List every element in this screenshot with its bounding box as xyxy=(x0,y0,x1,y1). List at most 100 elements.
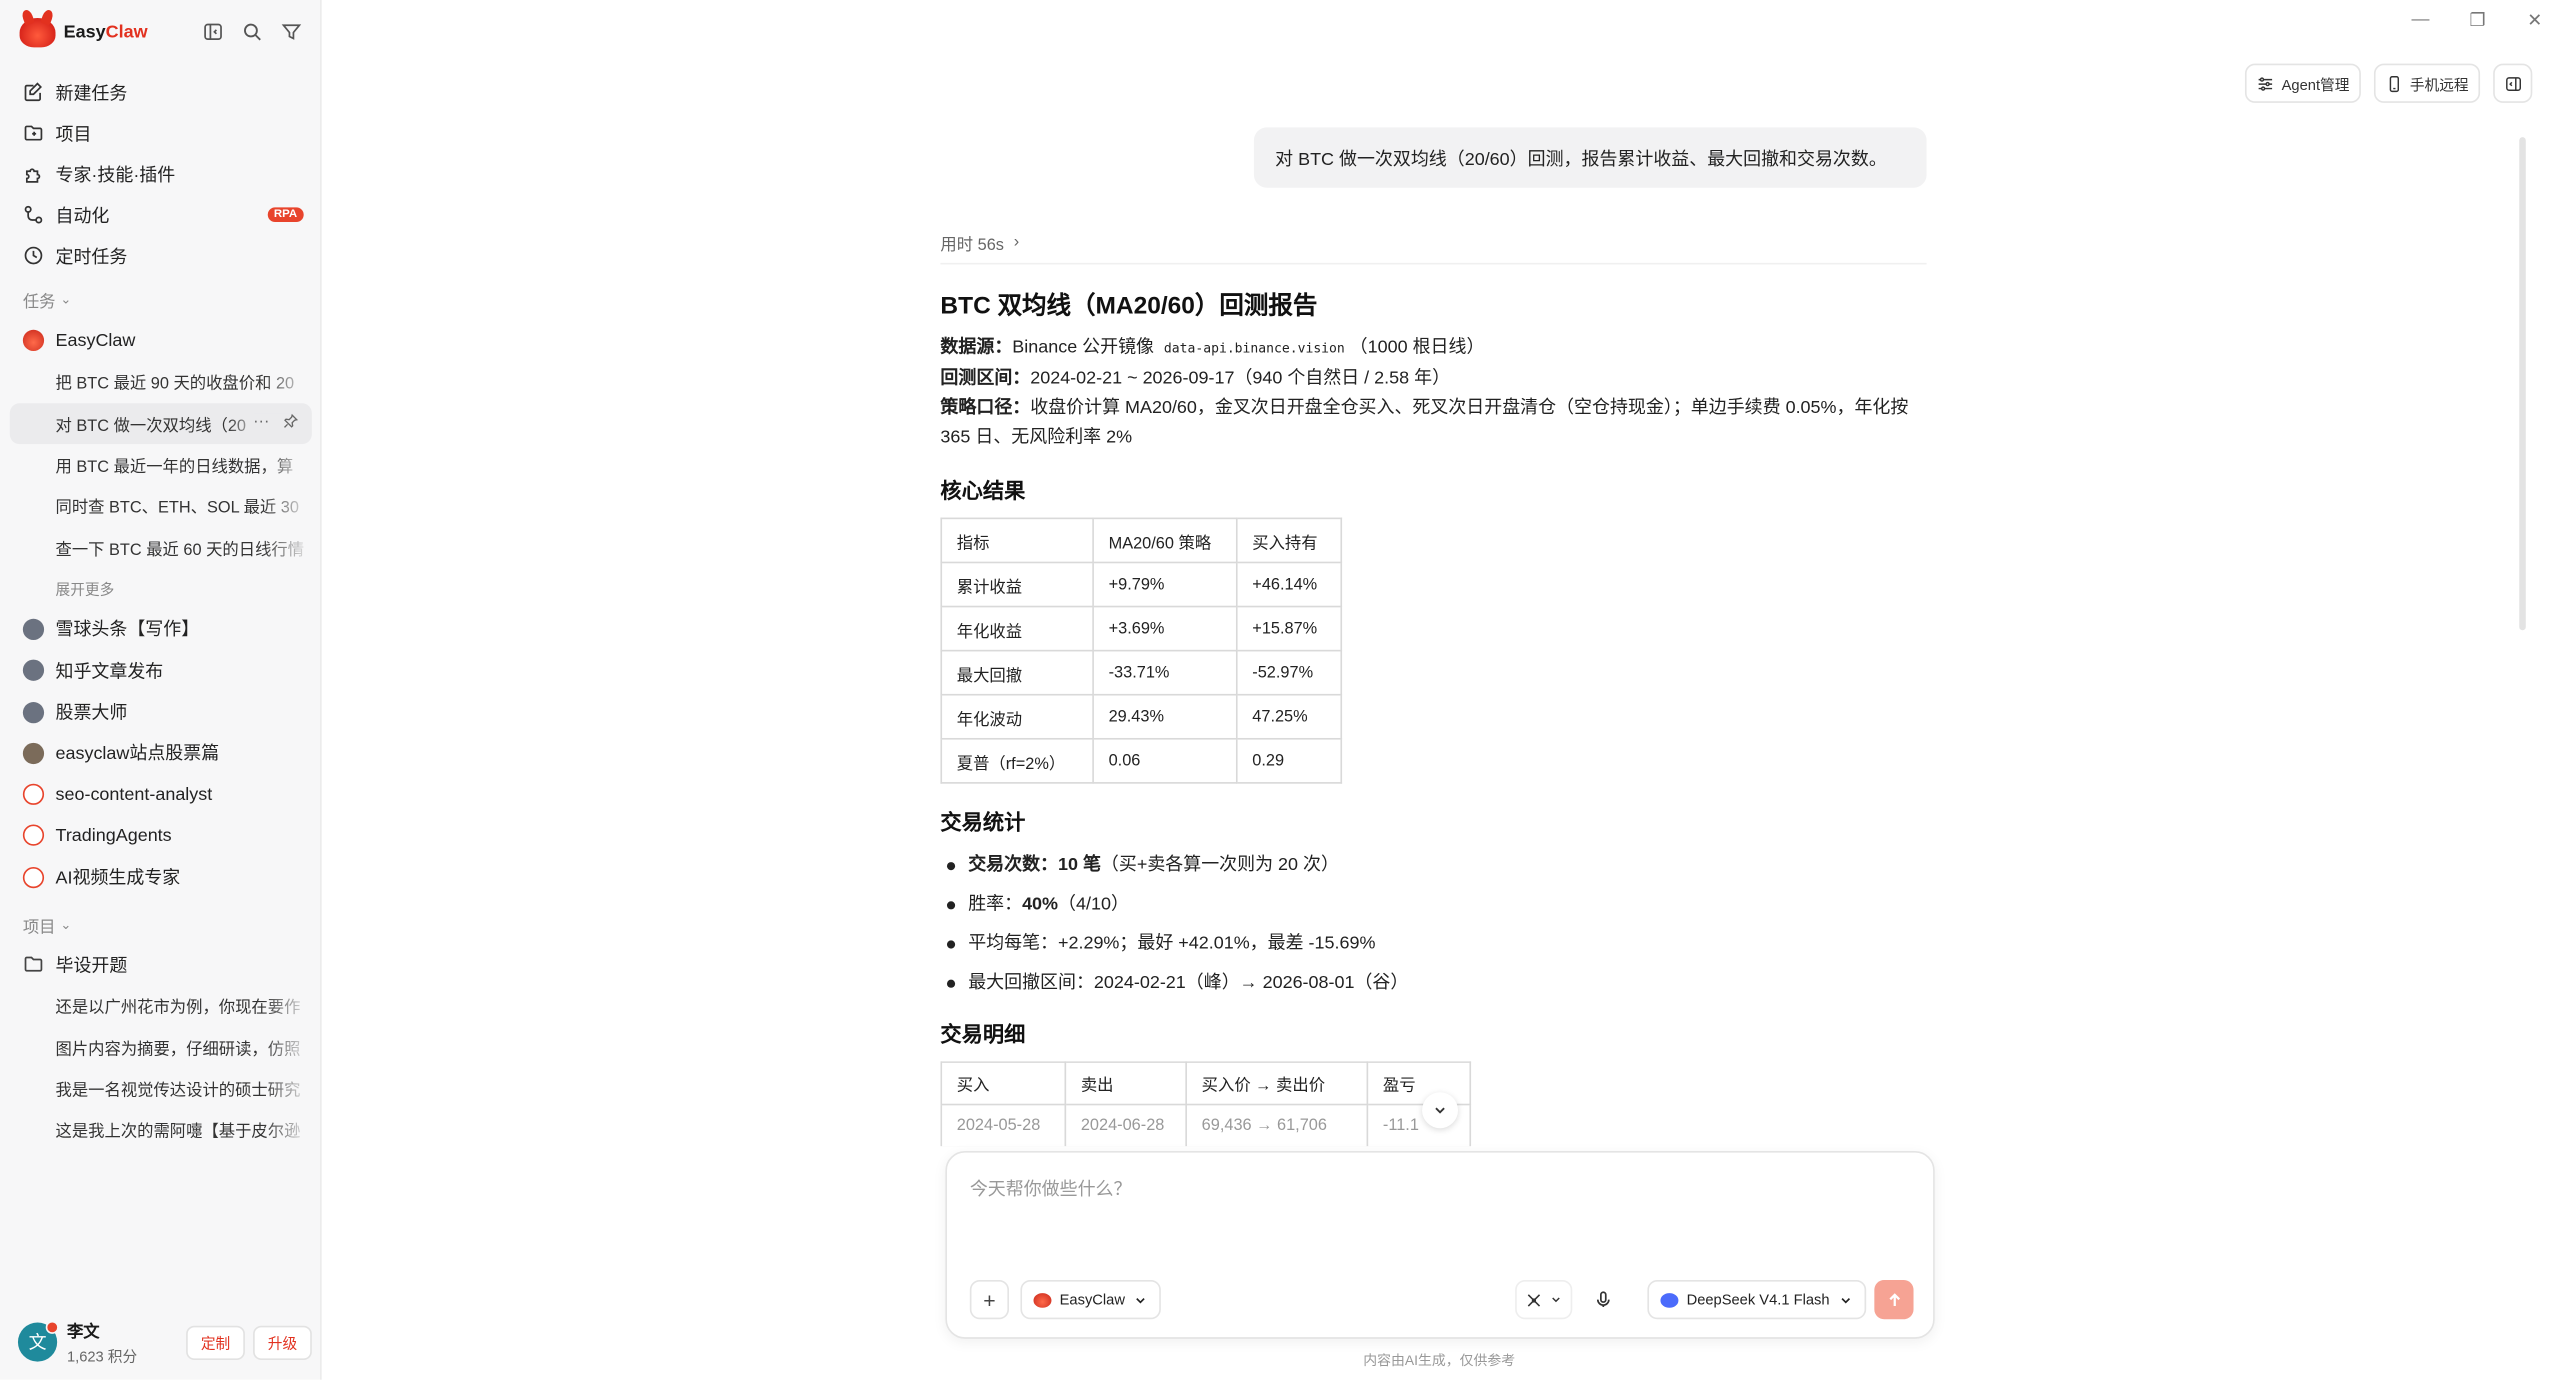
prompt-input[interactable]: 今天帮你做些什么？ xyxy=(970,1176,1132,1202)
send-button[interactable] xyxy=(1874,1280,1914,1320)
list-item: 胜率：40%（4/10） xyxy=(940,885,1926,924)
scrollbar[interactable] xyxy=(2519,137,2526,631)
project-task-item[interactable]: 我是一名视觉传达设计的硕士研究 xyxy=(10,1067,312,1109)
add-attachment-button[interactable]: + xyxy=(969,1280,1010,1320)
agent-item[interactable]: seo-content-analyst xyxy=(10,774,312,815)
new-task-icon xyxy=(24,82,42,102)
section-heading: 交易统计 xyxy=(940,809,1026,835)
chevron-right-icon: › xyxy=(1013,233,1020,252)
sliders-icon xyxy=(2259,76,2273,90)
nav-label: 定时任务 xyxy=(55,247,128,267)
chevron-down-icon xyxy=(1840,1297,1850,1303)
user-name: 李文 xyxy=(66,1324,100,1343)
table-cell: 2024-05-28 xyxy=(940,1103,1067,1147)
agent-manage-button[interactable]: Agent管理 xyxy=(2245,63,2361,103)
nav-scheduled[interactable]: 定时任务 xyxy=(10,235,312,276)
list-item: 交易次数：10 笔（买+卖各算一次则为 20 次） xyxy=(940,846,1926,885)
chevron-down-icon: ⌄ xyxy=(60,917,72,933)
timing-toggle[interactable]: 用时 56s › xyxy=(940,230,1019,254)
agent-avatar xyxy=(22,618,45,640)
report-range: 回测区间：2024-02-21 ~ 2026-09-17（940 个自然日 / … xyxy=(940,368,1451,389)
nav-label: 项目 xyxy=(55,124,92,145)
button-label: Agent管理 xyxy=(2281,75,2350,93)
table-cell: 夏普（rf=2%） xyxy=(940,737,1094,784)
close-icon[interactable]: ✕ xyxy=(2523,10,2547,31)
table-row: 2024-05-28 2024-06-28 69,436 → 61,706 -1… xyxy=(940,1103,1472,1147)
table-cell: 29.43% xyxy=(1092,693,1238,740)
nav-label: 自动化 xyxy=(55,206,110,227)
trade-details-table: 买入 卖出 买入价 → 卖出价 盈亏 2024-05-28 2024-06-28… xyxy=(940,1061,1472,1147)
agent-item[interactable]: TradingAgents xyxy=(10,815,312,856)
restore-icon[interactable]: ❐ xyxy=(2465,10,2489,31)
agent-item[interactable]: 雪球头条【写作】 xyxy=(10,609,312,650)
toggle-panel-button[interactable] xyxy=(2493,63,2533,103)
table-row: 年化收益 +3.69% +15.87% xyxy=(940,605,1343,652)
brand[interactable]: EasyClaw xyxy=(19,16,148,49)
show-more-link[interactable]: 展开更多 xyxy=(10,568,312,609)
section-heading: 核心结果 xyxy=(940,478,1026,503)
chevron-down-icon: ⌄ xyxy=(60,292,72,307)
search-icon[interactable] xyxy=(240,20,264,44)
nav-automation[interactable]: 自动化 RPA xyxy=(10,194,312,235)
agent-name: 股票大师 xyxy=(55,703,128,724)
task-title: 把 BTC 最近 90 天的收盘价和 20 xyxy=(55,376,295,395)
nav-experts[interactable]: 专家·技能·插件 xyxy=(10,153,312,194)
column-header: 买入持有 xyxy=(1235,517,1343,564)
tasks-section-toggle[interactable]: 任务 ⌄ xyxy=(22,287,72,312)
section-heading: 交易明细 xyxy=(940,1022,1026,1047)
nav-new-task[interactable]: 新建任务 xyxy=(10,72,312,113)
table-cell: 0.06 xyxy=(1092,737,1238,784)
tools-dropdown[interactable] xyxy=(1515,1280,1573,1320)
folder-icon xyxy=(24,125,43,141)
table-cell: 2024-06-28 xyxy=(1064,1103,1187,1147)
voice-input-button[interactable] xyxy=(1585,1280,1621,1319)
table-row: 最大回撤 -33.71% -52.97% xyxy=(940,649,1343,696)
table-cell: -52.97% xyxy=(1235,649,1343,696)
model-selector[interactable]: DeepSeek V4.1 Flash xyxy=(1647,1280,1866,1320)
agent-item[interactable]: easyclaw站点股票篇 xyxy=(10,733,312,774)
table-cell: +15.87% xyxy=(1235,605,1343,652)
rpa-badge: RPA xyxy=(267,207,304,223)
divider xyxy=(940,262,1927,265)
task-item-active[interactable]: 对 BTC 做一次双均线（20 ··· xyxy=(9,402,312,444)
agent-avatar xyxy=(22,330,45,352)
nav-projects[interactable]: 项目 xyxy=(10,113,312,154)
project-task-item[interactable]: 还是以广州花市为例，你现在要作 xyxy=(10,985,312,1027)
agent-item[interactable]: AI视频生成专家 xyxy=(10,856,312,897)
project-task-item[interactable]: 这是我上次的需阿嚏【基于皮尔逊 xyxy=(10,1108,312,1151)
chevron-down-icon xyxy=(1435,1107,1445,1114)
section-label: 任务 xyxy=(22,293,56,312)
agent-selector[interactable]: EasyClaw xyxy=(1020,1280,1161,1320)
project-folder[interactable]: 毕设开题 xyxy=(10,944,312,985)
phone-remote-button[interactable]: 手机远程 xyxy=(2373,63,2481,103)
agent-name: seo-content-analyst xyxy=(55,784,213,805)
projects-section-toggle[interactable]: 项目 ⌄ xyxy=(23,913,72,938)
table-row: 年化波动 29.43% 47.25% xyxy=(940,693,1343,740)
minimize-icon[interactable]: — xyxy=(2408,10,2432,31)
agent-item-easyclaw[interactable]: EasyClaw xyxy=(10,320,312,361)
task-item[interactable]: 用 BTC 最近一年的日线数据，算 xyxy=(10,443,312,486)
agent-item[interactable]: 股票大师 xyxy=(10,691,312,732)
easyclaw-logo-icon xyxy=(1033,1292,1052,1307)
clock-icon xyxy=(24,246,43,265)
scroll-to-bottom-button[interactable] xyxy=(1422,1092,1459,1129)
user-message: 对 BTC 做一次双均线（20/60）回测，报告累计收益、最大回撤和交易次数。 xyxy=(1253,127,1927,188)
pin-icon[interactable] xyxy=(282,413,299,434)
agent-item[interactable]: 知乎文章发布 xyxy=(10,650,312,691)
task-item[interactable]: 查一下 BTC 最近 60 天的日线行情 xyxy=(10,526,312,568)
list-item: 平均每笔：+2.29%；最好 +42.01%，最差 -15.69% xyxy=(940,924,1926,963)
button-label: 手机远程 xyxy=(2409,75,2469,93)
tools-icon xyxy=(1527,1293,1541,1306)
project-task-item[interactable]: 图片内容为摘要，仔细研读，仿照 xyxy=(10,1026,312,1068)
filter-icon[interactable] xyxy=(279,20,303,44)
task-item[interactable]: 把 BTC 最近 90 天的收盘价和 20 xyxy=(10,361,312,403)
agent-avatar xyxy=(22,783,45,806)
phone-icon xyxy=(2389,75,2399,92)
task-item[interactable]: 同时查 BTC、ETH、SOL 最近 30 xyxy=(10,485,312,527)
sidebar: EasyClaw 新建任务 项目 专家·技能·插件 自动化 RPA 定时任务 任… xyxy=(0,0,322,1380)
column-header: 盈亏 xyxy=(1366,1061,1472,1106)
table-header-row: 买入 卖出 买入价 → 卖出价 盈亏 xyxy=(940,1061,1472,1106)
composer-tools xyxy=(1515,1280,1621,1320)
more-options-icon[interactable]: ··· xyxy=(253,413,269,434)
collapse-sidebar-icon[interactable] xyxy=(201,20,225,44)
